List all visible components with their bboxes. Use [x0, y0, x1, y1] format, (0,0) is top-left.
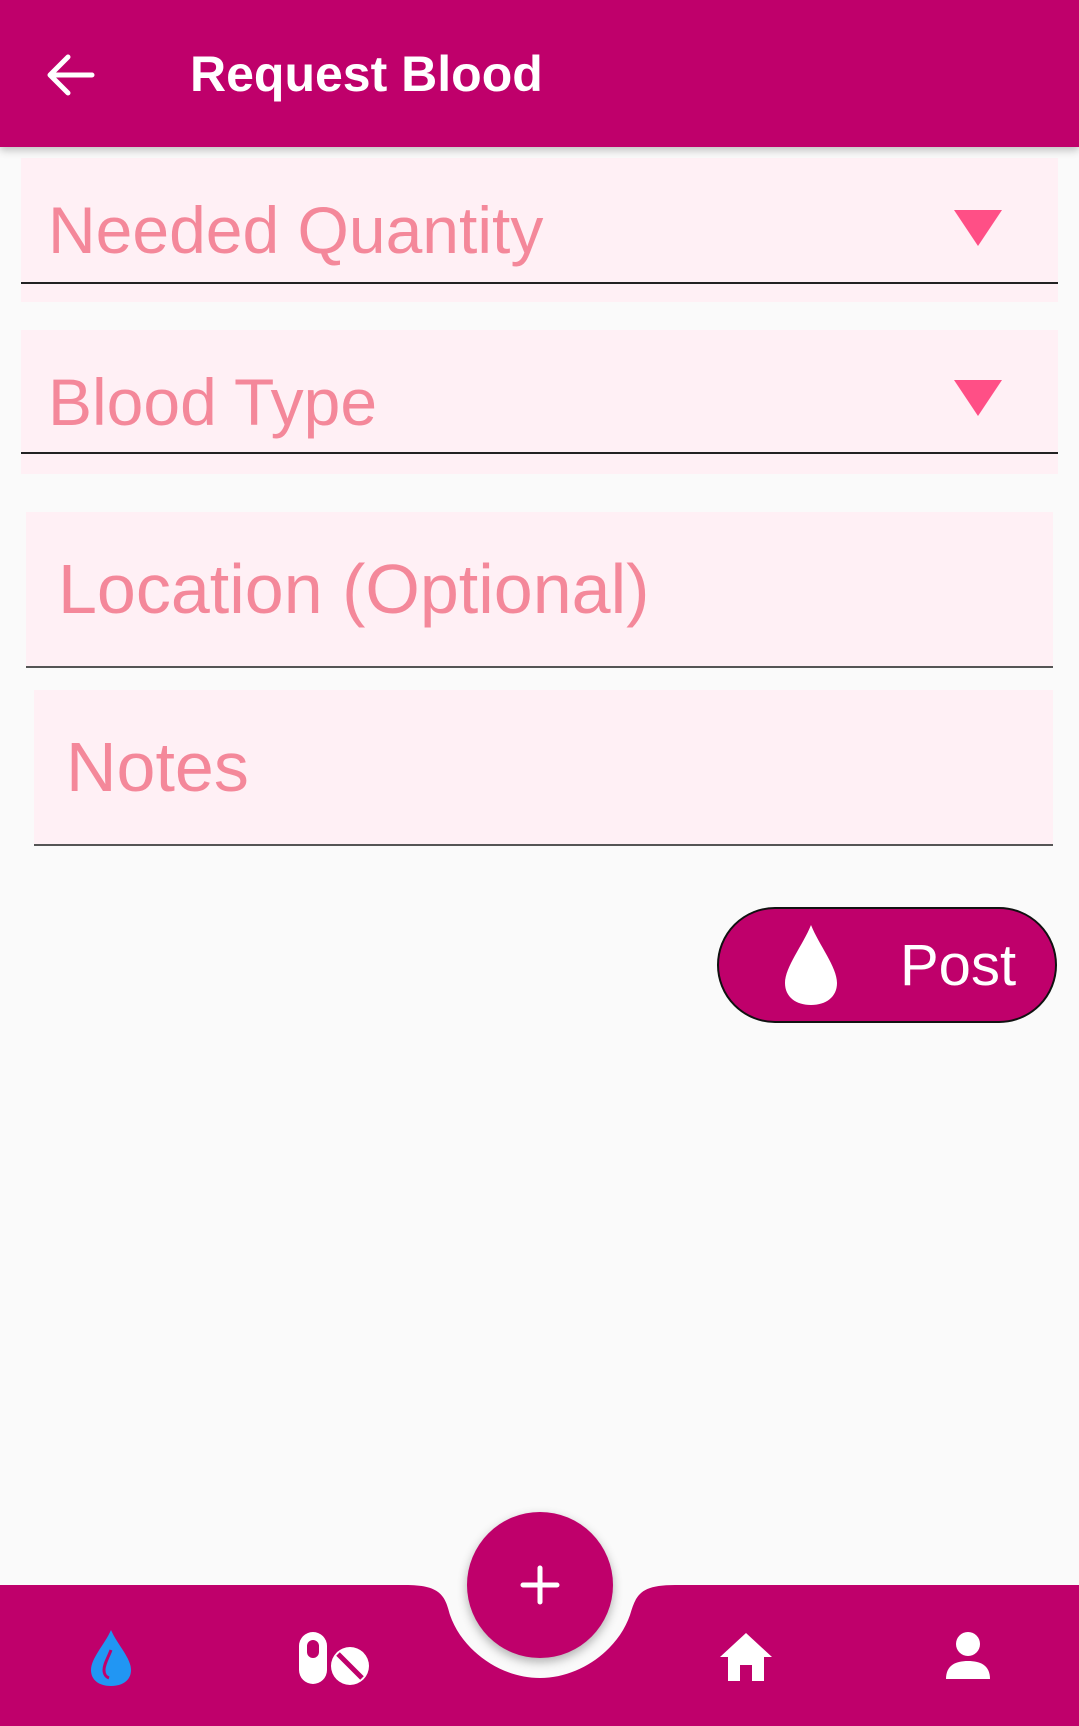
back-button[interactable] [40, 45, 100, 105]
blood-type-dropdown-label: Blood Type [48, 365, 378, 439]
arrow-left-icon [47, 54, 95, 96]
app-bar: Request Blood [0, 0, 1079, 147]
location-input[interactable] [26, 512, 1053, 666]
blood-drop-icon [91, 1630, 131, 1686]
page-title: Request Blood [190, 46, 543, 102]
profile-icon [946, 1632, 990, 1679]
quantity-underline [21, 282, 1058, 284]
post-button-label: Post [900, 933, 1017, 998]
post-button[interactable]: Post [717, 907, 1057, 1023]
notes-field-container [34, 690, 1053, 846]
home-icon [720, 1633, 772, 1681]
blood-drop-icon [785, 925, 837, 1005]
plus-icon [520, 1565, 560, 1605]
notes-input[interactable] [34, 690, 1053, 844]
caret-down-icon [954, 210, 1002, 246]
quantity-dropdown[interactable]: Needed Quantity [21, 158, 1058, 302]
nav-profile[interactable] [944, 1631, 992, 1681]
add-request-button[interactable] [467, 1512, 613, 1658]
blood-type-dropdown[interactable]: Blood Type [21, 330, 1058, 474]
nav-blood-requests[interactable] [88, 1628, 134, 1688]
caret-down-icon [954, 380, 1002, 416]
quantity-dropdown-label: Needed Quantity [48, 193, 544, 267]
nav-home[interactable] [718, 1631, 774, 1683]
nav-medicines[interactable] [297, 1630, 371, 1686]
location-field-container [26, 512, 1053, 668]
blood-type-underline [21, 452, 1058, 454]
pills-icon [299, 1632, 369, 1685]
